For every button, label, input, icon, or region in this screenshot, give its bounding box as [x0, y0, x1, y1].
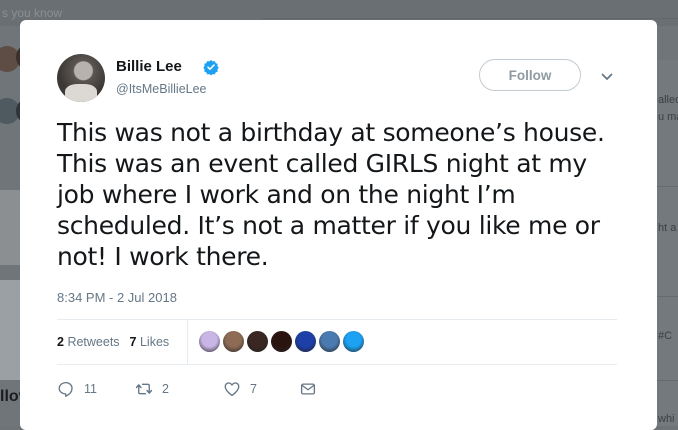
- direct-message-action[interactable]: [299, 380, 317, 398]
- liker-avatar[interactable]: [247, 331, 268, 352]
- tweet-modal: Billie Lee @ItsMeBillieLee Follow This w…: [20, 20, 657, 430]
- timestamp[interactable]: 8:34 PM - 2 Jul 2018: [57, 290, 177, 305]
- background-right-text: whi: [658, 413, 675, 425]
- retweet-action[interactable]: 2: [135, 380, 223, 398]
- background-header-text: s you know: [2, 6, 63, 20]
- heart-icon: [224, 382, 240, 397]
- reply-action[interactable]: 11: [57, 380, 135, 398]
- liker-avatars: [199, 331, 364, 352]
- liker-avatar[interactable]: [223, 331, 244, 352]
- background-right-text: ht a: [658, 222, 677, 234]
- background-search-area: [262, 0, 678, 19]
- reply-count: 11: [84, 382, 97, 396]
- background-right-text: alled: [658, 94, 678, 106]
- retweet-count: 2: [162, 382, 169, 396]
- avatar[interactable]: [57, 54, 105, 102]
- background-right-text: u ma: [658, 111, 678, 123]
- actions-row: 11 2 7: [57, 380, 317, 398]
- like-count: 7: [250, 382, 257, 396]
- liker-avatar[interactable]: [343, 331, 364, 352]
- stats-divider: [187, 320, 188, 364]
- handle[interactable]: @ItsMeBillieLee: [116, 82, 207, 96]
- tweet-text: This was not a birthday at someone’s hou…: [57, 118, 605, 271]
- liker-avatar[interactable]: [271, 331, 292, 352]
- like-action[interactable]: 7: [223, 380, 299, 398]
- background-right-text: #C: [658, 330, 673, 342]
- background-image: [0, 280, 20, 380]
- divider: [57, 364, 617, 365]
- reply-icon: [58, 381, 73, 397]
- liker-avatar[interactable]: [319, 331, 340, 352]
- follow-button[interactable]: Follow: [479, 59, 581, 91]
- likes-stat[interactable]: 7 Likes: [130, 335, 170, 349]
- background-divider: [657, 296, 678, 297]
- divider: [57, 319, 617, 320]
- liker-avatar[interactable]: [295, 331, 316, 352]
- background-divider: [657, 186, 678, 187]
- background-image: [0, 190, 20, 265]
- likes-count: 7: [129, 335, 137, 349]
- retweets-stat[interactable]: 2 Retweets: [57, 335, 120, 349]
- liker-avatar[interactable]: [199, 331, 220, 352]
- retweets-label: Retweets: [67, 335, 120, 349]
- chevron-down-icon[interactable]: [600, 70, 614, 84]
- display-name[interactable]: Billie Lee: [116, 58, 182, 75]
- verified-badge-icon: [203, 60, 219, 75]
- retweet-icon: [135, 383, 153, 395]
- engagement-stats: 2 Retweets 7 Likes: [57, 335, 169, 349]
- retweets-count: 2: [57, 335, 64, 349]
- likes-label: Likes: [139, 335, 170, 349]
- envelope-icon: [300, 383, 316, 395]
- background-divider: [657, 380, 678, 381]
